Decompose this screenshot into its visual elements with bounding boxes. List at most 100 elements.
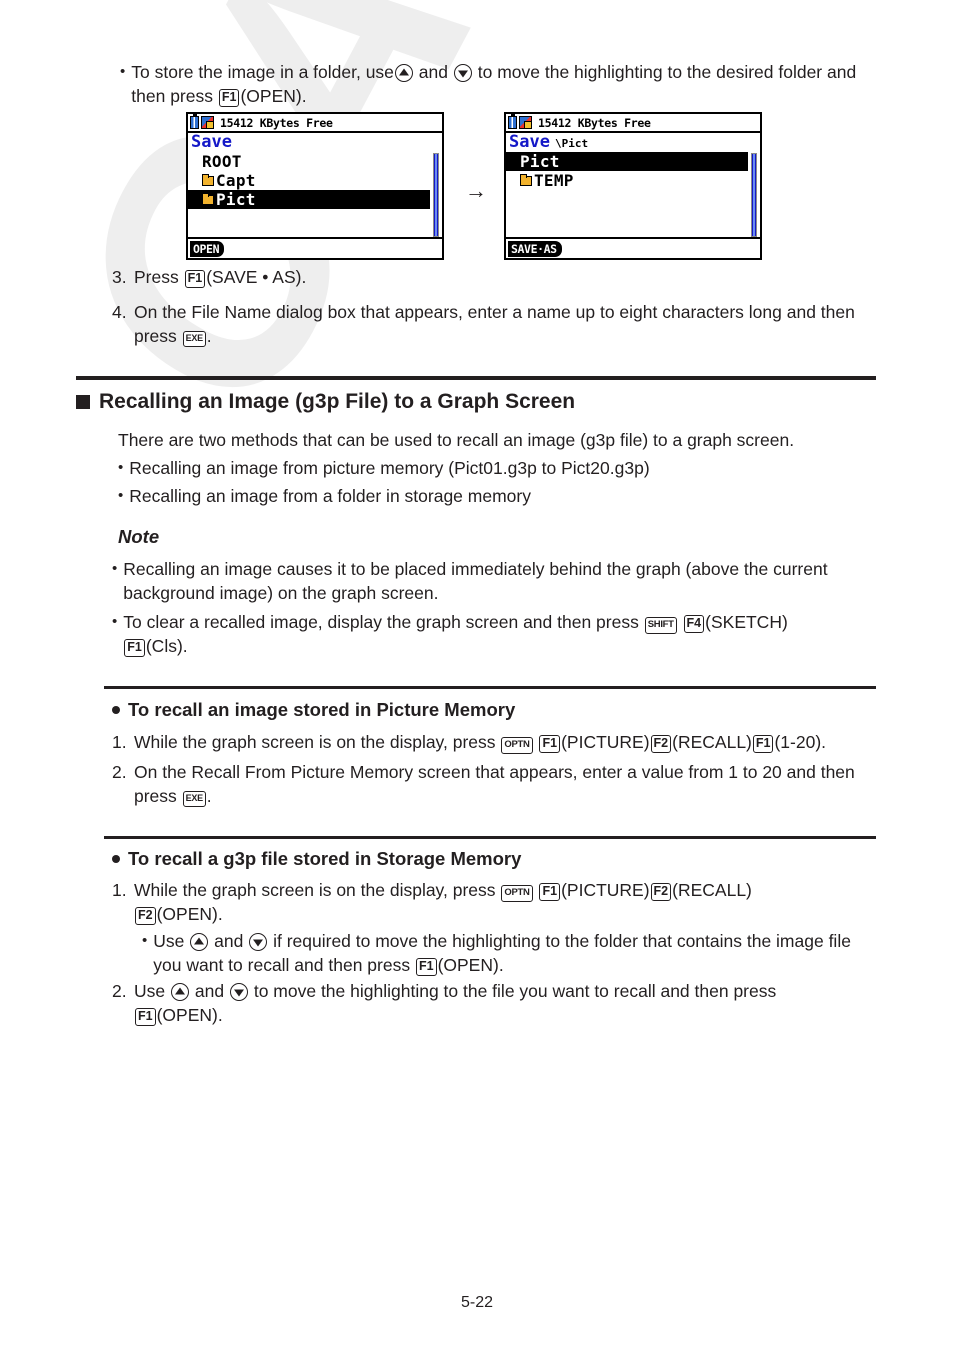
transition-arrow-icon: → (465, 178, 487, 203)
sm-step-1-text: While the graph screen is on the display… (134, 878, 882, 926)
note-bullet-1: • Recalling an image causes it to be pla… (112, 557, 872, 605)
step-number: 1. (112, 732, 127, 752)
pm-step-2: 2. On the Recall From Picture Memory scr… (112, 760, 872, 808)
key-f1-second: F1 (752, 735, 774, 753)
key-f1: F1 (218, 89, 240, 107)
key-f2-second: F2 (135, 907, 156, 925)
list-item-selected[interactable]: Pict (506, 152, 748, 171)
calc-status-bar: 15412 KBytes Free (506, 114, 760, 133)
calc-status-bar: 15412 KBytes Free (188, 114, 442, 133)
pm-step-1-text: While the graph screen is on the display… (134, 730, 882, 754)
sm-step-1: 1. While the graph screen is on the disp… (112, 878, 882, 926)
section-intro-text: There are two methods that can be used t… (118, 430, 795, 450)
key-f1: F1 (539, 735, 561, 753)
smsb-pre: Use (153, 931, 185, 951)
step-4-text: On the File Name dialog box that appears… (134, 300, 862, 348)
section-divider (76, 376, 876, 380)
fkey-save-as-button[interactable]: SAVE·AS (508, 240, 562, 257)
intro-text-pre: To store the image in a folder, use (131, 62, 394, 82)
intro-and-1: and (418, 62, 448, 82)
note2-pre: To clear a recalled image, display the g… (123, 612, 639, 632)
note2-post: (Cls). (145, 636, 188, 656)
cursor-down-icon (453, 64, 472, 82)
calc-title-row: Save (188, 133, 442, 152)
battery-icon (508, 114, 517, 129)
pm1-pre: While the graph screen is on the display… (134, 732, 496, 752)
subsection-divider-2 (104, 836, 876, 839)
bullet-marker: • (118, 459, 124, 476)
page-number: 5-22 (460, 1294, 494, 1311)
list-item[interactable]: TEMP (506, 171, 760, 190)
calculator-screens: 15412 KBytes Free Save ROOT Capt Pict OP… (186, 112, 786, 262)
calc-mode-title: Save (509, 132, 550, 152)
sm-step-2-text: Use and to move the highlighting to the … (134, 979, 872, 1027)
bullet-marker: • (120, 63, 126, 80)
step-3-post: (SAVE • AS). (206, 267, 307, 287)
list-item[interactable]: ROOT (188, 152, 442, 171)
list-item-label: Pict (520, 152, 560, 171)
key-f4: F4 (683, 615, 705, 633)
smsb-and: and (214, 931, 244, 951)
pm2-pre: On the Recall From Picture Memory screen… (134, 762, 855, 806)
cursor-down-icon (249, 933, 268, 951)
pm-step-1: 1. While the graph screen is on the disp… (112, 730, 882, 754)
list-item-selected[interactable]: Pict (188, 190, 430, 209)
function-key-bar: OPEN (188, 237, 442, 258)
storage-lock-icon (519, 116, 532, 129)
intro-bullet-text: To store the image in a folder, use and … (131, 60, 860, 108)
subsection-heading-picture-memory: To recall an image stored in Picture Mem… (112, 699, 515, 721)
key-f1: F1 (184, 270, 206, 288)
key-optn: OPTN (501, 885, 533, 902)
pm2-post: . (206, 786, 212, 806)
free-memory-text: 15412 KBytes Free (220, 115, 333, 130)
list-item[interactable]: Capt (188, 171, 442, 190)
smsb-post: (OPEN). (437, 955, 504, 975)
folder-icon (520, 173, 532, 186)
intro-open-label: (OPEN). (240, 86, 307, 106)
step-number: 3. (112, 267, 127, 287)
step-number: 2. (112, 762, 127, 782)
key-f1: F1 (539, 883, 561, 901)
calc-screen-save-pict: 15412 KBytes Free Save \Pict Pict TEMP S… (504, 112, 762, 260)
battery-icon (190, 114, 199, 129)
key-optn: OPTN (501, 737, 533, 754)
step-number: 1. (112, 880, 127, 900)
key-f2: F2 (650, 735, 672, 753)
key-exe: EXE (182, 791, 206, 807)
document-page: • To store the image in a folder, use an… (0, 0, 954, 1350)
sm2-mid: to move the highlighting to the file you… (253, 981, 777, 1001)
bullet-marker: • (112, 613, 118, 630)
calc-screen-save-root: 15412 KBytes Free Save ROOT Capt Pict OP… (186, 112, 444, 260)
method-bullet-1: • Recalling an image from picture memory… (118, 456, 868, 480)
intro-bullet: • To store the image in a folder, use an… (120, 60, 860, 108)
square-bullet-icon (76, 395, 90, 409)
round-bullet-icon (112, 706, 120, 714)
bullet-marker: • (142, 932, 148, 949)
scrollbar[interactable] (751, 153, 757, 237)
subsection-heading-picture-memory-label: To recall an image stored in Picture Mem… (128, 699, 516, 720)
round-bullet-icon (112, 855, 120, 863)
sm-sub-bullet: • Use and if required to move the highli… (142, 929, 877, 977)
sm-sub-bullet-text: Use and if required to move the highligh… (153, 929, 877, 977)
step-number: 2. (112, 981, 127, 1001)
sm2-pre: Use (134, 981, 166, 1001)
method-bullet-2: • Recalling an image from a folder in st… (118, 484, 868, 508)
sm2-post: (OPEN). (156, 1005, 223, 1025)
calc-mode-title: Save (191, 132, 232, 152)
scrollbar[interactable] (433, 153, 439, 237)
fkey-open-button[interactable]: OPEN (190, 240, 225, 257)
cursor-up-icon (190, 933, 209, 951)
method-bullet-2-text: Recalling an image from a folder in stor… (129, 486, 531, 506)
cursor-up-icon (171, 983, 189, 1001)
pm1-picture: (PICTURE) (561, 732, 650, 752)
pm1-recall: (RECALL) (672, 732, 752, 752)
sm1-open: (OPEN). (156, 904, 223, 924)
step-3-text: Press F1 (SAVE • AS). (134, 265, 862, 289)
step-number: 4. (112, 302, 127, 322)
pm-step-2-text: On the Recall From Picture Memory screen… (134, 760, 872, 808)
section-heading-main-label: Recalling an Image (g3p File) to a Graph… (99, 390, 576, 413)
subsection-heading-storage-memory-label: To recall a g3p file stored in Storage M… (128, 848, 522, 869)
sm1-recall: (RECALL) (672, 880, 752, 900)
sm1-pre: While the graph screen is on the display… (134, 880, 496, 900)
list-item-label: ROOT (202, 152, 242, 171)
